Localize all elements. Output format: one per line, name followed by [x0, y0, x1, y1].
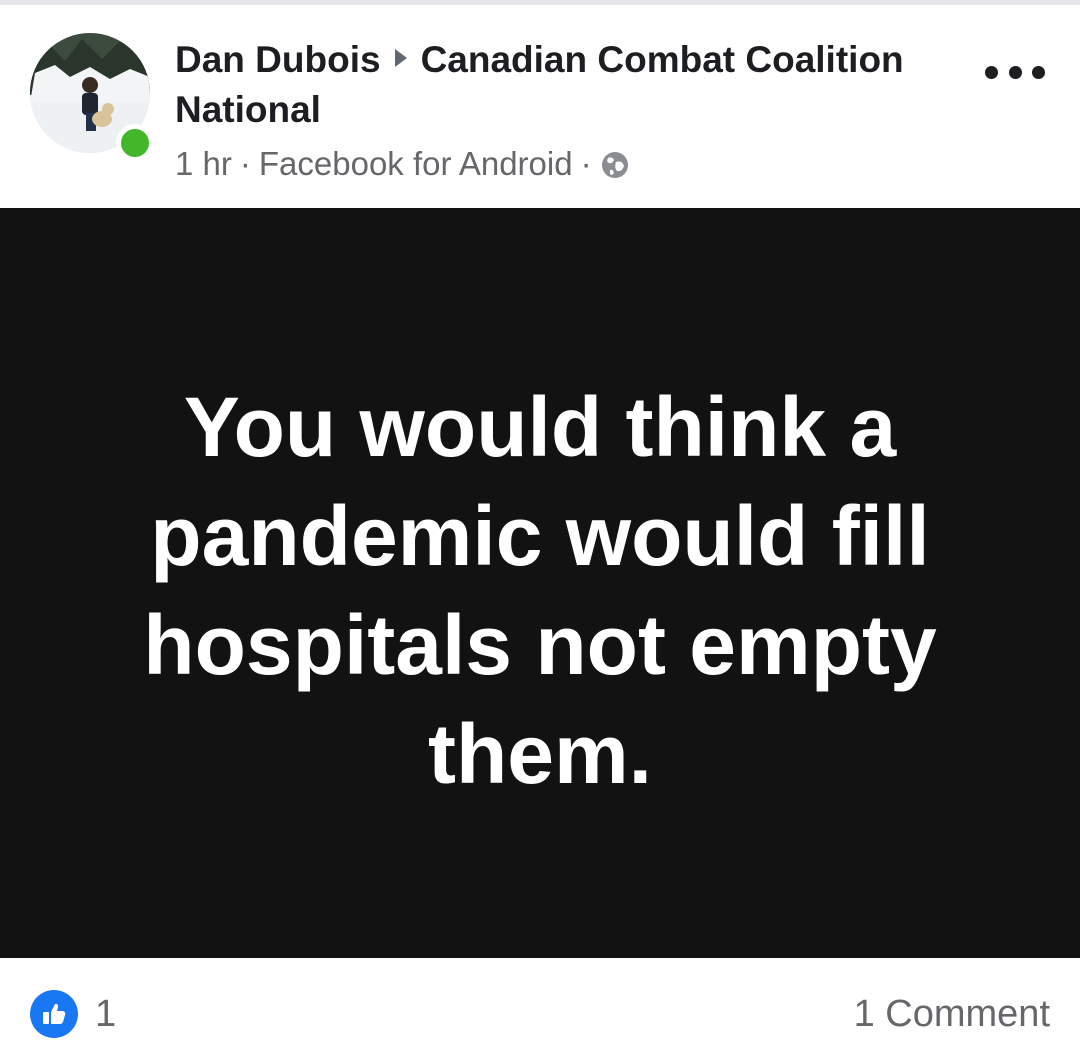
more-dot: [1032, 65, 1045, 79]
post-source: Facebook for Android: [258, 145, 573, 182]
post-header: Dan Dubois Canadian Combat Coalition Nati…: [0, 5, 1080, 208]
caret-right-icon: [394, 49, 407, 67]
meta-separator: ·: [580, 145, 592, 182]
meta-separator: ·: [239, 145, 251, 182]
reaction-count[interactable]: 1: [95, 990, 116, 1038]
like-icon[interactable]: [30, 990, 78, 1038]
more-dot: [1008, 65, 1022, 79]
post-text: You would think a pandemic would fill ho…: [143, 380, 937, 801]
author-name[interactable]: Dan Dubois: [175, 39, 381, 80]
post-image[interactable]: You would think a pandemic would fill ho…: [0, 208, 1080, 958]
thumbs-up-icon: [43, 1003, 66, 1024]
comment-count[interactable]: 1 Comment: [854, 990, 1050, 1038]
globe-icon: [601, 152, 628, 178]
post-title: Dan Dubois Canadian Combat Coalition Nati…: [175, 35, 965, 135]
post-meta: 1 hr · Facebook for Android ·: [175, 143, 630, 185]
more-options-icon[interactable]: [985, 57, 1045, 87]
more-dot: [985, 65, 998, 79]
post-time[interactable]: 1 hr: [175, 145, 232, 182]
post-footer: 1 1 Comment: [0, 958, 1080, 1060]
online-status-dot: [116, 124, 154, 162]
